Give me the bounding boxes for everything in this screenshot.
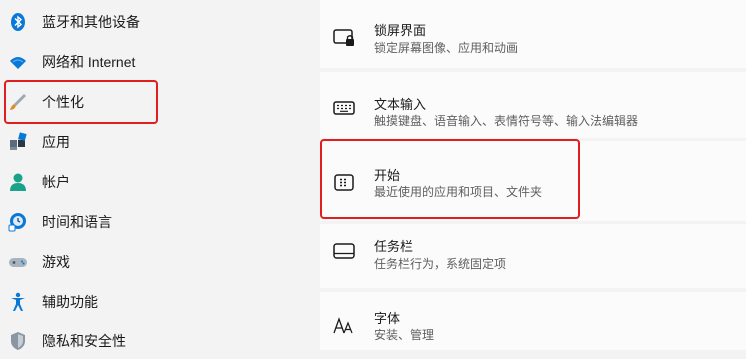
setting-card-text-input[interactable]: 文本输入 触摸键盘、语音输入、表情符号等、输入法编辑器 [320, 72, 746, 138]
setting-card-taskbar[interactable]: 任务栏 任务栏行为，系统固定项 [320, 224, 746, 288]
sidebar-item-network[interactable]: 网络和 Internet [0, 44, 290, 80]
sidebar-item-accessibility[interactable]: 辅助功能 [0, 284, 290, 320]
time-language-icon [8, 212, 28, 232]
lockscreen-icon [332, 26, 356, 50]
setting-title: 文本输入 [374, 97, 427, 112]
sidebar-item-label: 蓝牙和其他设备 [42, 14, 140, 30]
gamepad-icon [8, 252, 28, 272]
setting-subtitle: 任务栏行为，系统固定项 [374, 257, 507, 271]
selection-highlight-box [4, 80, 158, 124]
setting-subtitle: 安装、管理 [374, 328, 435, 342]
sidebar-item-bluetooth[interactable]: 蓝牙和其他设备 [0, 4, 290, 40]
setting-subtitle: 锁定屏幕图像、应用和动画 [374, 41, 519, 55]
keyboard-icon [332, 96, 356, 120]
sidebar-item-apps[interactable]: 应用 [0, 124, 290, 160]
setting-subtitle: 触摸键盘、语音输入、表情符号等、输入法编辑器 [374, 114, 639, 128]
taskbar-icon [332, 239, 356, 263]
account-icon [8, 172, 28, 192]
sidebar-item-label: 网络和 Internet [42, 54, 136, 70]
wifi-icon [8, 52, 28, 72]
sidebar-item-privacy[interactable]: 隐私和安全性 [0, 323, 290, 359]
shield-icon [8, 331, 28, 351]
sidebar-item-label: 辅助功能 [42, 294, 98, 310]
sidebar-item-label: 隐私和安全性 [42, 333, 126, 349]
apps-icon [8, 132, 28, 152]
sidebar-item-label: 应用 [42, 134, 70, 150]
sidebar-item-label: 帐户 [42, 174, 70, 190]
setting-card-lockscreen[interactable]: 锁屏界面 锁定屏幕图像、应用和动画 [320, 0, 746, 68]
sidebar-item-gaming[interactable]: 游戏 [0, 244, 290, 280]
setting-title: 任务栏 [374, 239, 414, 254]
setting-title: 字体 [374, 311, 401, 326]
settings-list: 锁屏界面 锁定屏幕图像、应用和动画 文本输入 触摸键盘、语音输入、表情符号等、输… [320, 0, 746, 350]
bluetooth-icon [8, 12, 28, 32]
setting-title: 锁屏界面 [374, 23, 427, 38]
sidebar-item-account[interactable]: 帐户 [0, 164, 290, 200]
setting-card-fonts[interactable]: 字体 安装、管理 [320, 292, 746, 350]
sidebar: 蓝牙和其他设备 网络和 Internet 个性化 应用 帐户 时间和语言 游戏 … [0, 0, 300, 350]
selection-highlight-box [320, 139, 580, 219]
font-icon [332, 314, 356, 338]
sidebar-item-time-language[interactable]: 时间和语言 [0, 204, 290, 240]
sidebar-item-label: 游戏 [42, 254, 70, 270]
accessibility-icon [8, 292, 28, 312]
sidebar-item-label: 时间和语言 [42, 214, 112, 230]
